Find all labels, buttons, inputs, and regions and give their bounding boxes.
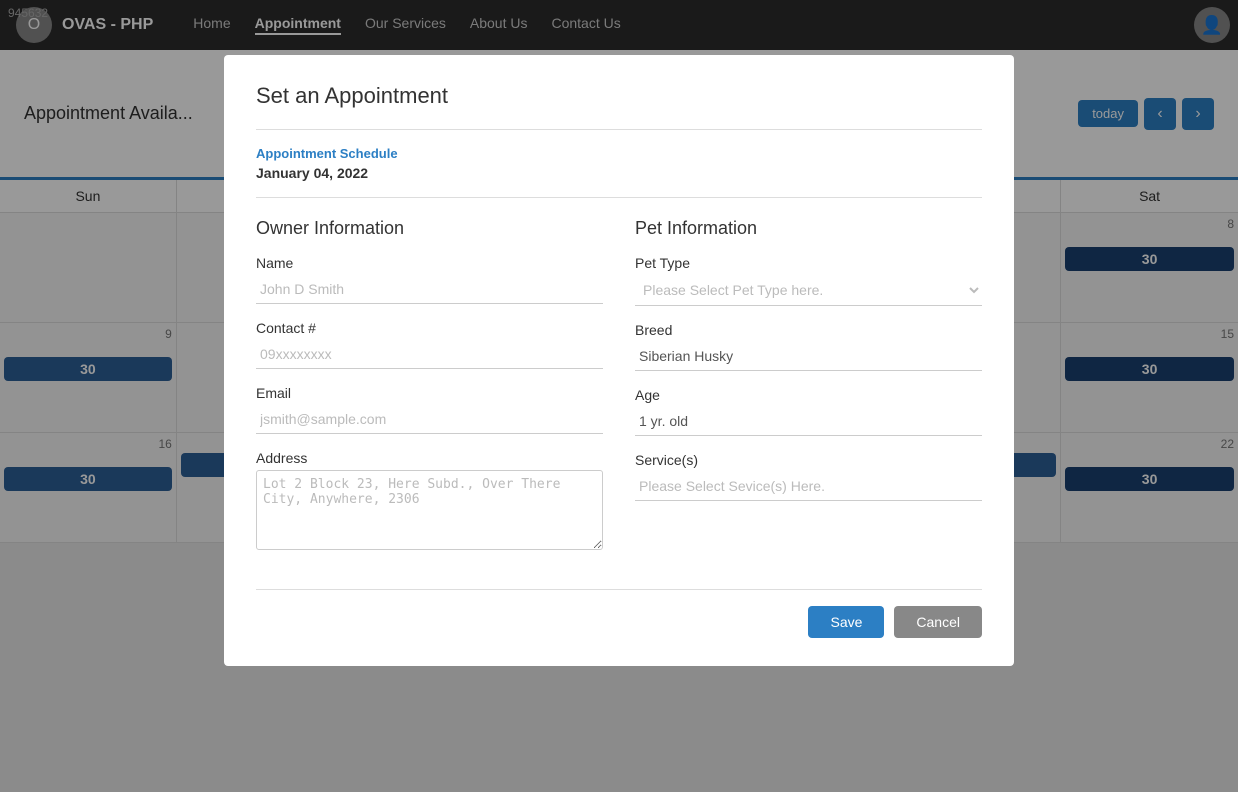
modal-footer: Save Cancel [256, 589, 982, 638]
contact-group: Contact # [256, 320, 603, 369]
pet-type-label: Pet Type [635, 255, 982, 271]
breed-group: Breed [635, 322, 982, 371]
owner-section-title: Owner Information [256, 218, 603, 239]
pet-type-group: Pet Type Please Select Pet Type here. [635, 255, 982, 306]
email-label: Email [256, 385, 603, 401]
modal-divider-mid [256, 197, 982, 198]
modal-form: Owner Information Name Contact # Email A… [256, 218, 982, 569]
age-input[interactable] [635, 407, 982, 436]
name-input[interactable] [256, 275, 603, 304]
pet-type-select[interactable]: Please Select Pet Type here. [635, 275, 982, 306]
contact-label: Contact # [256, 320, 603, 336]
email-input[interactable] [256, 405, 603, 434]
address-group: Address [256, 450, 603, 553]
breed-input[interactable] [635, 342, 982, 371]
cancel-button[interactable]: Cancel [894, 606, 982, 638]
age-group: Age [635, 387, 982, 436]
address-input[interactable] [256, 470, 603, 550]
age-label: Age [635, 387, 982, 403]
owner-section: Owner Information Name Contact # Email A… [256, 218, 603, 569]
breed-label: Breed [635, 322, 982, 338]
contact-input[interactable] [256, 340, 603, 369]
modal-divider-top [256, 129, 982, 130]
services-label: Service(s) [635, 452, 982, 468]
name-group: Name [256, 255, 603, 304]
modal-title: Set an Appointment [256, 83, 982, 109]
appointment-modal: Set an Appointment Appointment Schedule … [224, 55, 1014, 666]
appointment-date: January 04, 2022 [256, 165, 982, 181]
address-label: Address [256, 450, 603, 466]
email-group: Email [256, 385, 603, 434]
pet-section-title: Pet Information [635, 218, 982, 239]
services-input[interactable] [635, 472, 982, 501]
name-label: Name [256, 255, 603, 271]
services-group: Service(s) [635, 452, 982, 501]
pet-section: Pet Information Pet Type Please Select P… [635, 218, 982, 569]
save-button[interactable]: Save [808, 606, 884, 638]
schedule-label: Appointment Schedule [256, 146, 982, 161]
